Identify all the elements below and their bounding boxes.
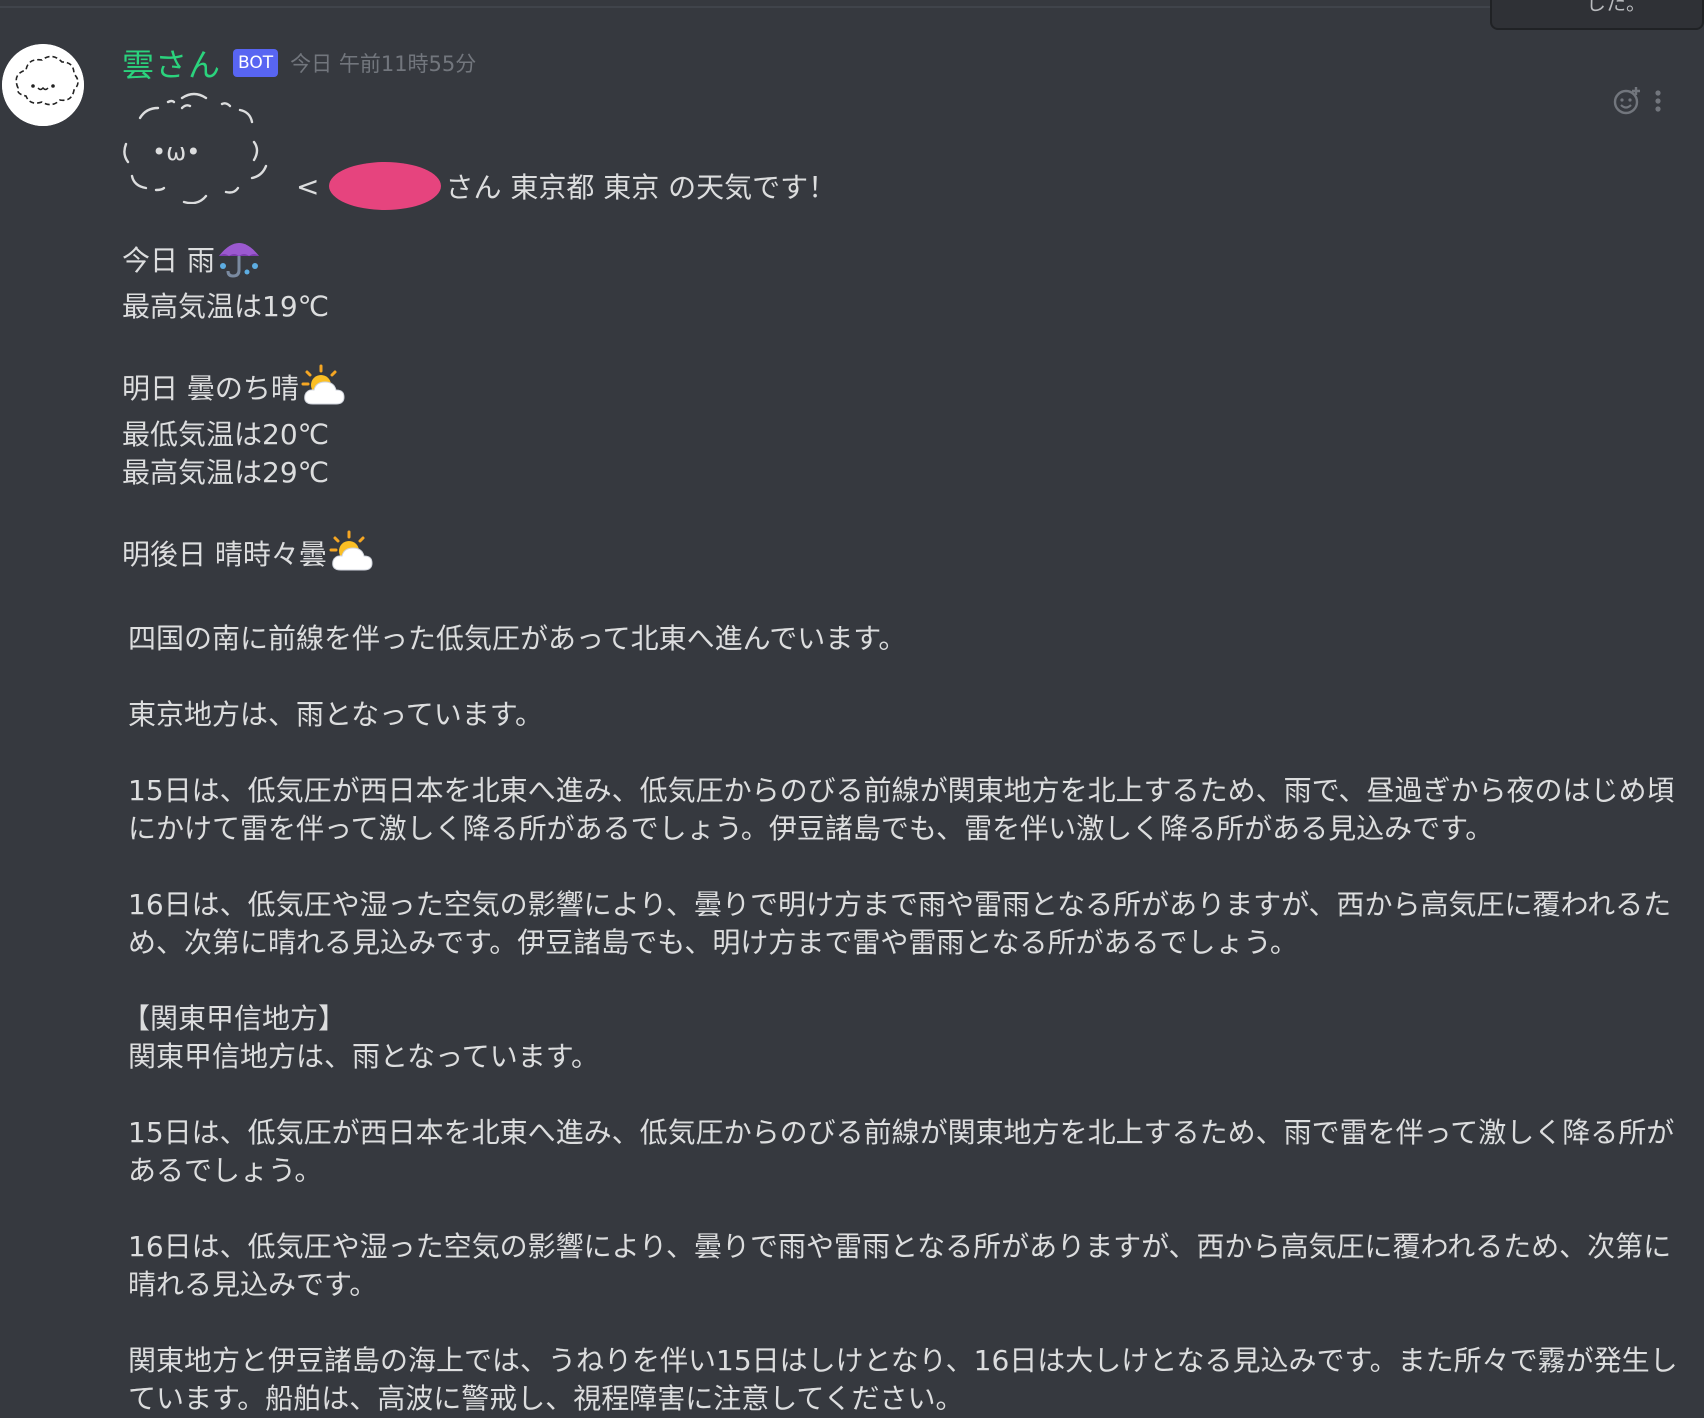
forecast-paragraph: 四国の南に前線を伴った低気圧があって北東へ進んでいます。 — [128, 622, 907, 655]
more-options-icon[interactable] — [1652, 86, 1664, 120]
section-paragraph: 関東地方と伊豆諸島の海上では、うねりを伴い15日はしけとなり、16日は大しけとな… — [128, 1344, 1678, 1415]
redacted-username — [329, 162, 442, 210]
top-divider — [0, 6, 1500, 8]
today-high: 最高気温は19℃ — [122, 290, 330, 323]
tooltip: した。 — [1490, 0, 1704, 30]
today-label: 今日 雨 — [122, 244, 215, 277]
forecast-paragraph: 15日は、低気圧が西日本を北東へ進み、低気圧からのびる前線が関東地方を北上するた… — [128, 774, 1675, 845]
tomorrow-line: 明日 曇のち晴 — [122, 364, 1688, 416]
greeting-prefix: < — [296, 169, 320, 203]
bot-badge: BOT — [233, 49, 279, 77]
day-after-line: 明後日 晴時々曇 — [122, 530, 1688, 582]
kaomoji-face: •ω• — [152, 138, 200, 166]
forecast-paragraph: 16日は、低気圧や湿った空気の影響により、曇りで明け方まで雨や雷雨となる所があり… — [128, 888, 1672, 959]
author-name[interactable]: 雲さん — [122, 40, 221, 86]
section-paragraph: 関東甲信地方は、雨となっています。 — [128, 1040, 599, 1073]
tooltip-text: した。 — [1586, 0, 1646, 15]
add-reaction-icon[interactable] — [1612, 86, 1642, 120]
forecast-paragraph: 東京地方は、雨となっています。 — [128, 698, 543, 731]
greeting-text: さん 東京都 東京 の天気です！ — [445, 171, 837, 204]
day-after-label: 明後日 晴時々曇 — [122, 538, 327, 571]
avatar[interactable] — [2, 44, 84, 126]
umbrella-rain-icon — [217, 236, 261, 288]
today-line: 今日 雨 — [122, 236, 1688, 288]
greeting-line: < さん 東京都 東京 の天気です！ — [296, 162, 836, 210]
section-paragraph: 15日は、低気圧が西日本を北東へ進み、低気圧からのびる前線が関東地方を北上するた… — [128, 1116, 1675, 1187]
section-heading: 【関東甲信地方】 — [122, 1002, 347, 1035]
timestamp[interactable]: 今日 午前11時55分 — [290, 48, 476, 78]
tomorrow-low: 最低気温は20℃ — [122, 418, 330, 451]
tomorrow-high: 最高気温は29℃ — [122, 456, 330, 489]
kaomoji-cloud: •ω• — [122, 92, 282, 205]
tomorrow-label: 明日 曇のち晴 — [122, 372, 299, 405]
message-actions — [1612, 86, 1664, 120]
section-paragraph: 16日は、低気圧や湿った空気の影響により、曇りで雨や雷雨となる所がありますが、西… — [128, 1230, 1672, 1301]
cloud-avatar-icon — [2, 44, 84, 126]
sun-behind-cloud-icon — [301, 364, 345, 416]
message-content: 今日 雨 最高気温は19℃ 明日 曇のち晴 最低気温は20℃ 最高気温は29℃ … — [122, 236, 1688, 1418]
message-header: 雲さん BOT 今日 午前11時55分 — [122, 42, 476, 84]
sun-behind-cloud-icon — [329, 530, 373, 582]
